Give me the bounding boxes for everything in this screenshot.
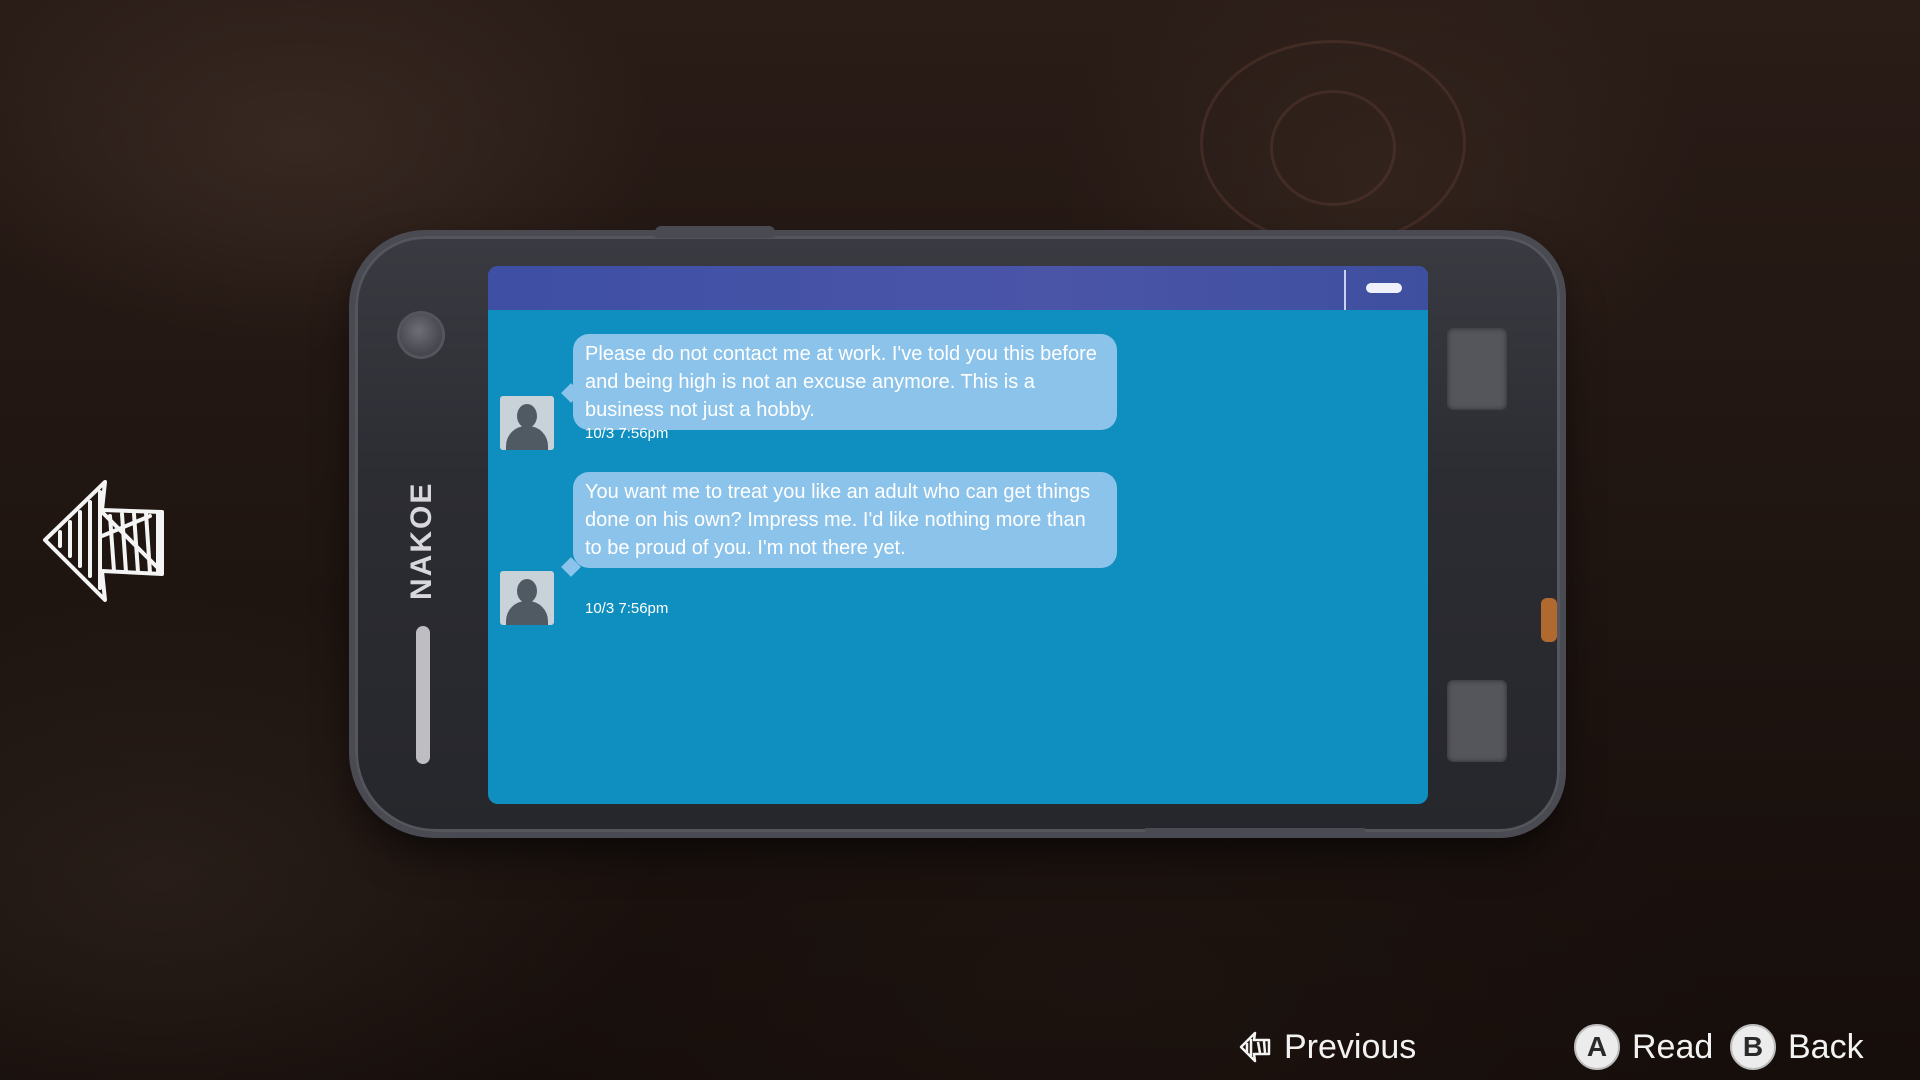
avatar-head: [517, 579, 537, 603]
phone-brand-logo: NAKOE: [405, 481, 438, 601]
phone-side-nub: [1541, 598, 1557, 642]
minimize-icon: [1366, 283, 1402, 293]
header-divider: [1344, 270, 1346, 310]
phone-bottom-edge: [1145, 828, 1365, 838]
back-label: Back: [1788, 1027, 1864, 1066]
previous-label: Previous: [1284, 1027, 1417, 1066]
b-button-icon: B: [1730, 1024, 1776, 1070]
messages-header-bar: [488, 266, 1428, 310]
game-scene: NAKOE Please do not contact me at work. …: [0, 0, 1920, 1080]
message-bubble: You want me to treat you like an adult w…: [573, 472, 1117, 568]
message-timestamp: 10/3 7:56pm: [585, 425, 669, 442]
avatar-body: [506, 601, 548, 625]
read-label: Read: [1632, 1027, 1714, 1066]
avatar-body: [506, 426, 548, 450]
previous-prompt[interactable]: Previous: [1238, 1022, 1416, 1072]
phone-screen: Please do not contact me at work. I've t…: [488, 266, 1428, 804]
back-prompt[interactable]: B Back: [1730, 1022, 1864, 1072]
contact-avatar: [500, 571, 554, 625]
previous-arrow-icon: [1239, 1031, 1271, 1063]
phone-side-button-bottom: [1447, 680, 1507, 762]
front-camera-icon: [400, 314, 442, 356]
message-timestamp: 10/3 7:56pm: [585, 600, 669, 617]
background-doodle: [1270, 90, 1396, 206]
phone-side-button-top: [1447, 328, 1507, 410]
a-button-icon: A: [1574, 1024, 1620, 1070]
phone-speaker-slot: [416, 626, 430, 764]
phone-top-edge: [655, 226, 775, 238]
contact-avatar: [500, 396, 554, 450]
message-bubble: Please do not contact me at work. I've t…: [573, 334, 1117, 430]
read-prompt[interactable]: A Read: [1574, 1022, 1713, 1072]
left-arrow-icon[interactable]: [40, 476, 170, 606]
phone: NAKOE Please do not contact me at work. …: [355, 226, 1560, 838]
avatar-head: [517, 404, 537, 428]
